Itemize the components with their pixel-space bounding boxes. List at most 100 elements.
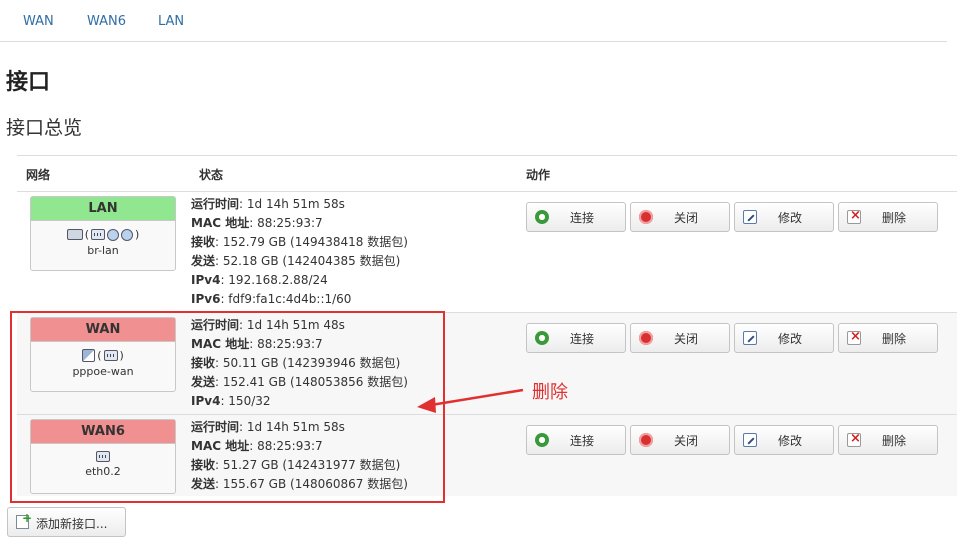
status-value: : 1d 14h 51m 58s	[239, 197, 345, 211]
status-key: 发送	[191, 375, 216, 389]
close-button[interactable]: 关闭	[630, 425, 730, 455]
status-key: 接收	[191, 235, 216, 249]
status-key: IPv4	[191, 273, 221, 287]
status-block: 运行时间: 1d 14h 51m 58s MAC 地址: 88:25:93:7 …	[191, 195, 408, 309]
interface-icons	[31, 451, 175, 462]
interfaces-table: 网络 状态 动作 LAN ( ) br-lan 运行时间: 1d 14h 51m…	[17, 155, 957, 496]
edit-button[interactable]: 修改	[734, 425, 834, 455]
annotation-arrow	[417, 388, 524, 413]
status-block: 运行时间: 1d 14h 51m 58s MAC 地址: 88:25:93:7 …	[191, 418, 408, 494]
add-interface-label: 添加新接口...	[36, 517, 108, 531]
status-value: : 88:25:93:7	[249, 216, 323, 230]
section-subtitle: 接口总览	[6, 117, 83, 139]
status-key: IPv4	[191, 394, 221, 408]
wireless-icon	[121, 228, 133, 241]
button-label: 修改	[777, 433, 802, 448]
col-network: 网络	[26, 168, 51, 182]
table-row-lan: LAN ( ) br-lan 运行时间: 1d 14h 51m 58s MAC …	[17, 192, 957, 312]
tab-wan[interactable]: WAN	[23, 14, 54, 29]
status-value: : 1d 14h 51m 58s	[239, 420, 345, 434]
status-key: 接收	[191, 356, 216, 370]
interface-badge-wan: WAN ( ) pppoe-wan	[30, 317, 176, 392]
status-value: : 152.79 GB (149438418 数据包)	[215, 235, 408, 249]
status-value: : 88:25:93:7	[249, 439, 323, 453]
add-icon	[16, 511, 32, 529]
button-label: 删除	[881, 433, 906, 448]
status-value: : 1d 14h 51m 48s	[239, 318, 345, 332]
tab-wan6[interactable]: WAN6	[87, 14, 126, 29]
status-value: : fdf9:fa1c:4d4b::1/60	[220, 292, 352, 306]
status-value: : 152.41 GB (148053856 数据包)	[215, 375, 408, 389]
interface-icons: ( )	[31, 349, 175, 362]
bridge-icon	[66, 229, 83, 240]
device-name: pppoe-wan	[72, 365, 134, 378]
table-header: 网络 状态 动作	[17, 155, 957, 192]
status-key: MAC 地址	[191, 216, 250, 230]
status-key: 接收	[191, 458, 216, 472]
close-button[interactable]: 关闭	[630, 202, 730, 232]
ethernet-icon	[96, 451, 110, 462]
status-key: 运行时间	[191, 318, 240, 332]
col-status: 状态	[199, 168, 224, 182]
status-value: : 88:25:93:7	[249, 337, 323, 351]
status-value: : 155.67 GB (148060867 数据包)	[215, 477, 408, 491]
interface-badge-lan: LAN ( ) br-lan	[30, 196, 176, 271]
close-button[interactable]: 关闭	[630, 323, 730, 353]
status-value: : 52.18 GB (142404385 数据包)	[215, 254, 401, 268]
col-actions: 动作	[526, 168, 551, 182]
button-label: 连接	[569, 331, 594, 346]
status-block: 运行时间: 1d 14h 51m 48s MAC 地址: 88:25:93:7 …	[191, 316, 408, 411]
status-key: IPv6	[191, 292, 221, 306]
table-row-wan6: WAN6 eth0.2 运行时间: 1d 14h 51m 58s MAC 地址:…	[17, 414, 957, 496]
ethernet-icon	[103, 350, 118, 361]
status-value: : 50.11 GB (142393946 数据包)	[215, 356, 401, 370]
status-key: 发送	[191, 477, 216, 491]
button-label: 连接	[569, 210, 594, 225]
pppoe-icon	[82, 349, 96, 362]
connect-button[interactable]: 连接	[526, 323, 626, 353]
action-buttons: 连接 关闭 修改 删除	[526, 323, 938, 353]
page-title: 接口	[6, 70, 51, 95]
paren-close: )	[119, 349, 124, 362]
wireless-icon	[107, 228, 119, 241]
delete-button[interactable]: 删除	[838, 323, 938, 353]
button-label: 删除	[881, 210, 906, 225]
tab-lan[interactable]: LAN	[158, 14, 184, 29]
paren-close: )	[135, 228, 140, 241]
device-name: eth0.2	[85, 465, 121, 478]
status-value: : 150/32	[220, 394, 271, 408]
status-key: 发送	[191, 254, 216, 268]
button-label: 修改	[777, 210, 802, 225]
interface-icons: ( )	[31, 228, 175, 241]
button-label: 修改	[777, 331, 802, 346]
device-name: br-lan	[87, 244, 119, 257]
tab-bar: WAN WAN6 LAN	[0, 0, 947, 42]
button-label: 关闭	[673, 210, 698, 225]
annotation-label: 删除	[532, 382, 568, 403]
action-buttons: 连接 关闭 修改 删除	[526, 202, 938, 232]
status-value: : 51.27 GB (142431977 数据包)	[215, 458, 401, 472]
connect-button[interactable]: 连接	[526, 425, 626, 455]
edit-button[interactable]: 修改	[734, 202, 834, 232]
button-label: 关闭	[673, 433, 698, 448]
ethernet-icon	[91, 229, 105, 240]
delete-button[interactable]: 删除	[838, 202, 938, 232]
status-key: 运行时间	[191, 420, 240, 434]
status-value: : 192.168.2.88/24	[220, 273, 328, 287]
button-label: 关闭	[673, 331, 698, 346]
connect-button[interactable]: 连接	[526, 202, 626, 232]
status-key: 运行时间	[191, 197, 240, 211]
interface-badge-wan6: WAN6 eth0.2	[30, 419, 176, 494]
interface-name: WAN	[31, 318, 175, 342]
status-key: MAC 地址	[191, 439, 250, 453]
edit-button[interactable]: 修改	[734, 323, 834, 353]
button-label: 连接	[569, 433, 594, 448]
paren-open: (	[97, 349, 102, 362]
interface-name: LAN	[31, 197, 175, 221]
delete-button[interactable]: 删除	[838, 425, 938, 455]
add-interface-button[interactable]: 添加新接口...	[7, 507, 126, 537]
paren-open: (	[84, 228, 89, 241]
action-buttons: 连接 关闭 修改 删除	[526, 425, 938, 455]
button-label: 删除	[881, 331, 906, 346]
status-key: MAC 地址	[191, 337, 250, 351]
